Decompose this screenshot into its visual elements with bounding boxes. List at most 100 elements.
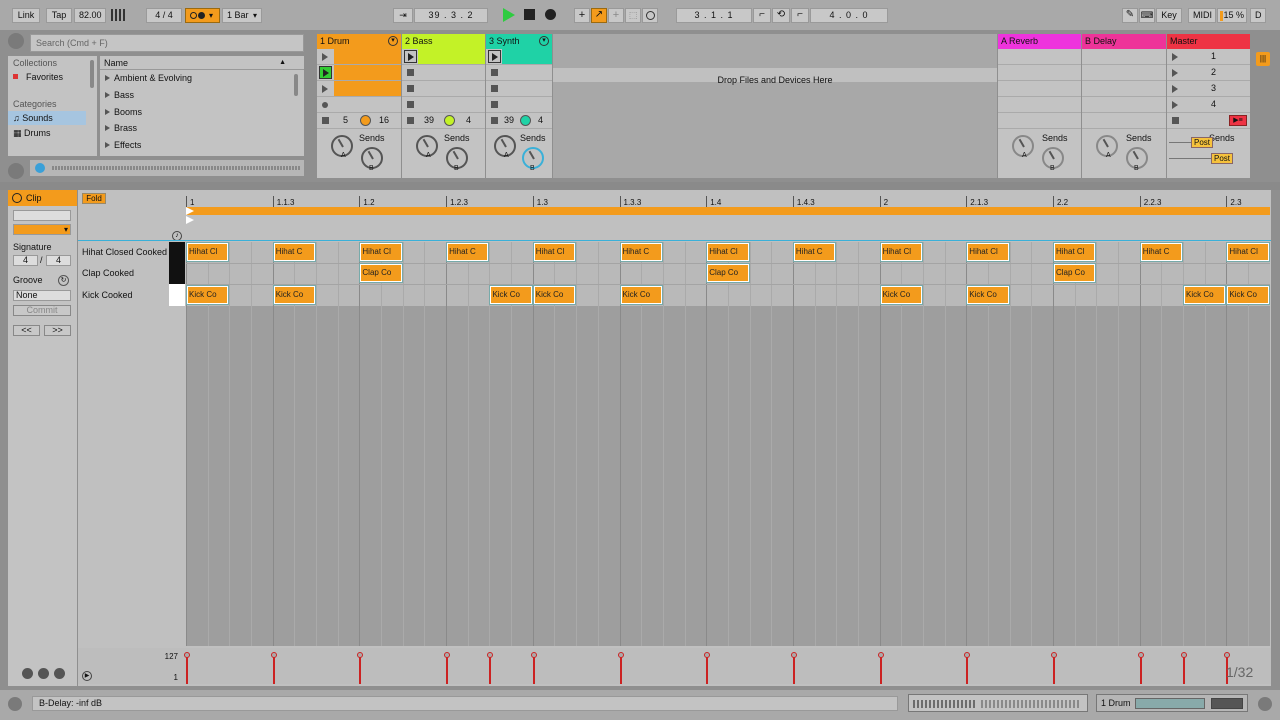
punch-out-icon[interactable]: ⌐	[791, 8, 809, 23]
note-kick[interactable]: Kick Co	[879, 285, 923, 305]
lane-label-kick[interactable]: Kick Cooked	[82, 287, 168, 303]
groove-select[interactable]: None	[13, 290, 71, 301]
stop-clip-icon[interactable]	[322, 117, 329, 124]
quantize-select[interactable]: 1 Bar ▾	[222, 8, 262, 23]
browser-item[interactable]: Ambient & Evolving	[100, 70, 304, 87]
note-hihat[interactable]: Hihat Cl	[359, 242, 403, 262]
clip-slot[interactable]	[317, 65, 401, 81]
clip-slot[interactable]	[317, 49, 401, 65]
clip-slot[interactable]	[402, 81, 485, 97]
piano-key-black[interactable]	[169, 263, 185, 284]
note-kick[interactable]: Kick Co	[966, 285, 1010, 305]
browser-toggle-icon[interactable]	[8, 33, 24, 49]
lane-label-clap[interactable]: Clap Cooked	[82, 265, 168, 281]
note-clap[interactable]: Clap Co	[706, 263, 750, 283]
velocity-stem[interactable]	[1139, 655, 1142, 684]
velocity-handle[interactable]	[184, 652, 190, 658]
piano-key-white[interactable]	[169, 284, 185, 306]
browser-item[interactable]: Booms	[100, 104, 304, 121]
track-activator-icon[interactable]	[520, 115, 531, 126]
note-clap[interactable]: Clap Co	[359, 263, 403, 283]
loop-switch-icon[interactable]: ⟲	[772, 8, 790, 23]
velocity-stem[interactable]	[879, 655, 882, 684]
nudge-back-button[interactable]: <<	[13, 325, 40, 336]
loop-length-field[interactable]: 4 . 0 . 0	[810, 8, 888, 23]
velocity-handle[interactable]	[1181, 652, 1188, 658]
browser-scrollbar[interactable]	[294, 74, 298, 96]
preview-headphone-icon[interactable]	[35, 163, 45, 173]
velocity-stem[interactable]	[792, 655, 795, 684]
status-toggle-icon[interactable]	[8, 697, 22, 711]
clip-play-icon[interactable]	[488, 50, 501, 63]
note-hihat[interactable]: Hihat Cl	[879, 242, 923, 262]
piano-key-black[interactable]	[169, 242, 185, 263]
velocity-handle[interactable]	[877, 652, 884, 658]
end-marker-icon[interactable]	[186, 216, 194, 224]
velocity-stem[interactable]	[619, 655, 622, 684]
clip-box-toggle-icon[interactable]	[22, 668, 33, 679]
clip[interactable]	[334, 49, 401, 64]
chevron-down-icon[interactable]: ▾	[539, 36, 549, 46]
note-hihat[interactable]: Hihat Cl	[185, 242, 230, 262]
key-map-button[interactable]: Key	[1156, 8, 1182, 23]
scene-play-icon[interactable]	[1172, 53, 1178, 61]
track-header-reverb[interactable]: A Reverb	[998, 34, 1081, 49]
arrangement-position[interactable]: 39 . 3 . 2	[414, 8, 488, 23]
metronome-toggle[interactable]: ▾	[185, 8, 220, 23]
scene-launch[interactable]: 4	[1167, 97, 1250, 113]
clip-title-bar[interactable]: Clip	[8, 190, 77, 206]
note-hihat[interactable]: Hihat Cl	[706, 242, 750, 262]
velocity-handle[interactable]	[617, 652, 624, 658]
scene-launch[interactable]: 1	[1167, 49, 1250, 65]
time-signature-field[interactable]: 4 / 4	[146, 8, 182, 23]
chevron-down-icon[interactable]: ▾	[388, 36, 398, 46]
beat-ruler[interactable]	[186, 193, 1270, 207]
velocity-stem[interactable]	[272, 655, 275, 684]
metronome-bars-icon[interactable]	[111, 9, 127, 21]
tap-button[interactable]: Tap	[46, 8, 72, 23]
overdub-plus-icon[interactable]: +	[574, 8, 590, 23]
follow-arrow-icon[interactable]: ⇥	[393, 8, 413, 23]
preview-bar[interactable]	[30, 160, 304, 176]
clip[interactable]	[334, 65, 401, 80]
clip[interactable]	[418, 49, 485, 64]
record-slot-icon[interactable]	[322, 102, 328, 108]
track-header-synth[interactable]: 3 Synth ▾	[486, 34, 552, 49]
clip-slot[interactable]	[402, 97, 485, 113]
scene-launch[interactable]: 2	[1167, 65, 1250, 81]
automation-arm-icon[interactable]: ↗	[591, 8, 607, 23]
browser-item[interactable]: Bass	[100, 87, 304, 104]
clip-slot[interactable]	[402, 49, 485, 65]
clip-slot[interactable]	[317, 97, 401, 113]
keyboard-icon[interactable]: ⌨	[1139, 8, 1155, 23]
clip-slot[interactable]	[486, 49, 552, 65]
note-kick[interactable]: Kick Co	[619, 285, 663, 305]
record-button[interactable]	[545, 9, 556, 20]
clip-color-select[interactable]: ▾	[13, 224, 71, 235]
note-hihat[interactable]: Hihat C	[792, 242, 837, 262]
stop-clip-icon[interactable]	[491, 117, 498, 124]
capture-icon[interactable]: ⬚	[625, 8, 641, 23]
drop-area[interactable]: Drop Files and Devices Here	[553, 34, 997, 178]
velocity-handle[interactable]	[790, 652, 797, 658]
punch-in-icon[interactable]: ⌐	[753, 8, 771, 23]
note-hihat[interactable]: Hihat C	[272, 242, 317, 262]
stop-all-clips-icon[interactable]: ▶≡	[1229, 115, 1247, 126]
note-kick[interactable]: Kick Co	[1226, 285, 1270, 305]
note-hihat[interactable]: Hihat Cl	[532, 242, 577, 262]
track-header-bass[interactable]: 2 Bass	[402, 34, 485, 49]
clip-play-icon[interactable]	[404, 50, 417, 63]
note-hihat[interactable]: Hihat Cl	[966, 242, 1010, 262]
browser-item[interactable]: Effects	[100, 137, 304, 154]
velocity-stem[interactable]	[1183, 655, 1186, 684]
sidebar-item-drums[interactable]: ▦ Drums	[8, 125, 97, 142]
track-activator-icon[interactable]	[444, 115, 455, 126]
clip-activator-icon[interactable]	[12, 193, 22, 203]
scene-launch[interactable]: 3	[1167, 81, 1250, 97]
device-selector[interactable]: 1 Drum	[1096, 694, 1248, 712]
track-activator-icon[interactable]	[360, 115, 371, 126]
clip-slot[interactable]	[486, 97, 552, 113]
slot-stop-icon[interactable]	[407, 69, 414, 76]
clip-playing-icon[interactable]	[319, 66, 332, 79]
clip-play-icon[interactable]	[322, 85, 328, 93]
